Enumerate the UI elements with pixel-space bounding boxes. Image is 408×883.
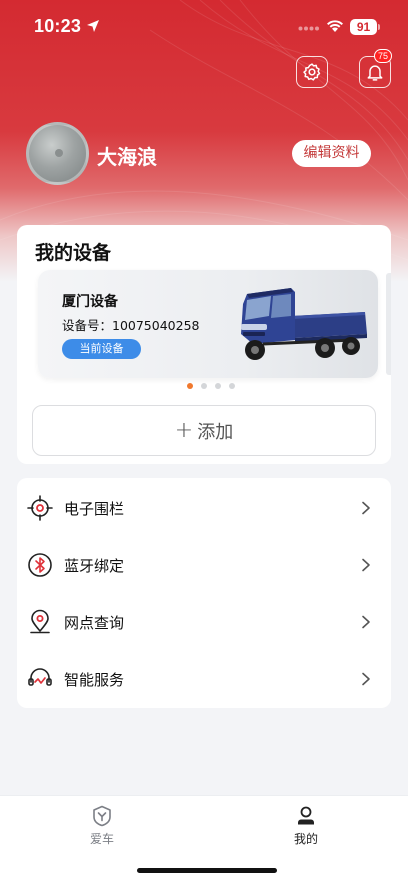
add-device-button[interactable]: + 添加 — [32, 405, 376, 456]
username: 大海浪 — [97, 145, 157, 169]
gear-icon — [303, 63, 321, 81]
status-bar: 10:23 91 — [0, 0, 408, 54]
pagination-dot[interactable] — [229, 383, 235, 389]
settings-button[interactable] — [296, 56, 328, 88]
cellular-signal-icon — [298, 26, 319, 31]
chevron-right-icon — [362, 501, 370, 515]
chevron-right-icon — [362, 558, 370, 572]
chevron-right-icon — [362, 672, 370, 686]
user-icon — [298, 806, 314, 825]
geofence-icon — [27, 495, 53, 521]
home-indicator[interactable] — [137, 868, 277, 873]
next-device-card-peek — [386, 273, 391, 375]
wifi-icon — [327, 20, 343, 32]
feature-menu: 电子围栏 蓝牙绑定 网点查询 智能服务 — [17, 478, 391, 708]
pagination-dot[interactable] — [187, 383, 193, 389]
tab-label: 我的 — [293, 832, 318, 846]
notifications-button[interactable]: 75 — [359, 49, 393, 88]
location-arrow-icon — [87, 20, 99, 32]
menu-label: 智能服务 — [64, 671, 125, 689]
device-number: 设备号：10075040258 — [62, 318, 200, 333]
pagination-dot[interactable] — [215, 383, 221, 389]
bluetooth-icon — [28, 553, 52, 577]
status-time: 10:23 — [34, 16, 82, 36]
device-card[interactable]: 厦门设备 设备号：10075040258 当前设备 — [38, 270, 378, 378]
notification-count-badge: 75 — [374, 49, 393, 63]
tab-my-car[interactable]: 爱车 — [62, 804, 142, 854]
smart-service-icon — [28, 668, 52, 686]
pagination-dot[interactable] — [201, 383, 207, 389]
menu-label: 蓝牙绑定 — [64, 557, 125, 575]
current-device-badge: 当前设备 — [62, 339, 141, 359]
tab-label: 爱车 — [89, 832, 114, 846]
menu-item-outlet-search[interactable]: 网点查询 — [17, 593, 391, 650]
menu-item-smart-service[interactable]: 智能服务 — [17, 650, 391, 707]
menu-item-geofence[interactable]: 电子围栏 — [17, 479, 391, 536]
menu-item-bluetooth[interactable]: 蓝牙绑定 — [17, 536, 391, 593]
plus-icon: + — [174, 418, 194, 443]
tricycle-truck-image — [241, 288, 367, 360]
bell-icon — [367, 65, 383, 81]
my-devices-card: 我的设备 厦门设备 设备号：10075040258 当前设备 + 添加 — [17, 225, 391, 464]
tab-mine[interactable]: 我的 — [266, 804, 346, 854]
chevron-right-icon — [362, 615, 370, 629]
car-shield-icon — [93, 805, 111, 827]
battery-level: 91 — [350, 19, 377, 35]
battery-indicator: 91 — [350, 19, 380, 35]
avatar-apple-mark — [55, 149, 63, 157]
edit-profile-button[interactable]: 编辑资料 — [292, 140, 371, 167]
location-pin-icon — [30, 609, 50, 634]
device-name: 厦门设备 — [62, 294, 118, 310]
menu-label: 电子围栏 — [64, 500, 125, 518]
menu-label: 网点查询 — [64, 614, 125, 632]
my-devices-title: 我的设备 — [35, 242, 112, 264]
avatar[interactable] — [26, 122, 89, 185]
add-device-label: 添加 — [197, 421, 234, 443]
